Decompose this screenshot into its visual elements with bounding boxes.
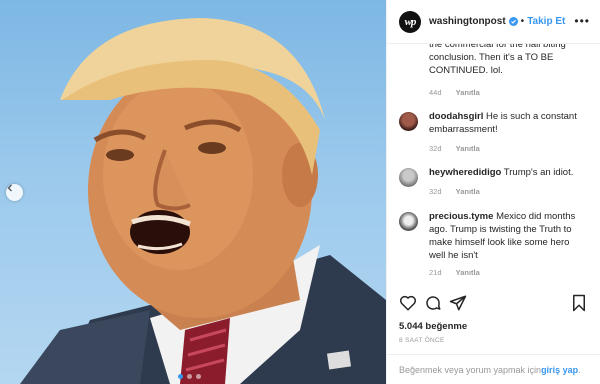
likes-count[interactable]: 5.044 beğenme [399,321,467,332]
action-bar [399,294,588,316]
heart-icon[interactable] [399,294,417,312]
chevron-left-icon [7,184,12,192]
follow-button[interactable]: Takip Et [527,16,565,27]
comment-icon[interactable] [424,294,442,312]
login-prompt-text: Beğenmek veya yorum yapmak için [399,364,542,375]
comment-age: 32d [429,187,442,196]
bookmark-icon[interactable] [570,294,588,312]
previous-photo-button[interactable] [6,184,23,201]
reply-button[interactable]: Yanıtla [456,268,480,277]
avatar[interactable] [399,212,418,231]
avatar[interactable]: wp [399,10,421,33]
carousel-indicator [178,374,201,379]
comment-age: 32d [429,144,442,153]
post-sidebar: wp washingtonpost • Takip Et ••• the com… [386,0,600,384]
separator: • [520,16,525,27]
comment-item: the commercial for the nail biting concl… [429,44,591,99]
avatar[interactable] [399,168,418,187]
verified-badge-icon [508,17,518,26]
comment-username[interactable]: precious.tyme [429,211,493,222]
portrait-image [20,18,386,384]
login-prompt: Beğenmek veya yorum yapmak için giriş ya… [387,354,600,384]
comment-item: heywheredidigo Trump's an idiot. 32d Yan… [399,166,591,196]
login-link[interactable]: giriş yap [541,365,578,375]
more-options-button[interactable]: ••• [574,14,590,28]
reply-button[interactable]: Yanıtla [456,144,480,153]
post-photo[interactable] [0,0,386,384]
comment-age: 44d [429,88,442,97]
comment-username[interactable]: heywheredidigo [429,167,501,178]
post-timestamp[interactable]: 8 SAAT ÖNCE [399,337,445,344]
comments-list[interactable]: the commercial for the nail biting concl… [387,44,600,292]
carousel-dot-active [178,374,183,379]
comment-item: doodahsgirl He is such a constant embarr… [399,110,591,153]
comment-age: 21d [429,268,442,277]
share-icon[interactable] [449,294,467,312]
avatar[interactable] [399,112,418,131]
reply-button[interactable]: Yanıtla [456,187,480,196]
carousel-dot [196,374,201,379]
reply-button[interactable]: Yanıtla [456,88,480,97]
login-prompt-suffix: . [578,364,581,375]
carousel-dot [187,374,192,379]
comment-username[interactable]: doodahsgirl [429,111,483,122]
post-header: wp washingtonpost • Takip Et ••• [387,0,600,44]
username-link[interactable]: washingtonpost [429,16,506,27]
comment-text: Trump's an idiot. [503,167,574,178]
comment-item: precious.tyme Mexico did months ago. Tru… [399,210,591,277]
comment-text: the commercial for the nail biting concl… [429,44,566,76]
